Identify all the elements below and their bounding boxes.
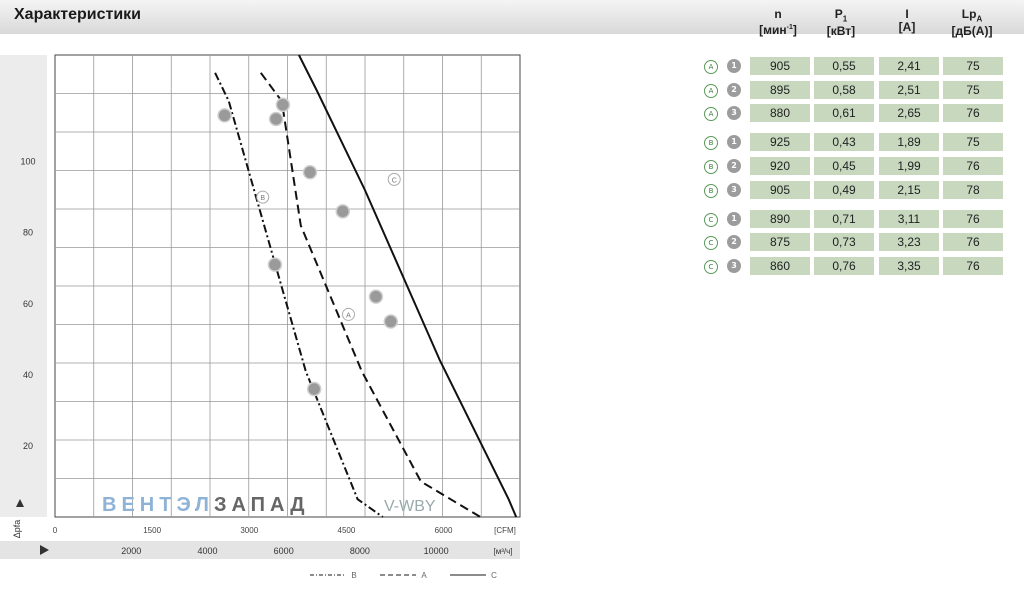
table-cell-p1: 0,61 — [814, 104, 874, 122]
legend-label: B — [351, 571, 356, 580]
row-index-marker: 2 — [727, 83, 741, 97]
table-cell-lpa: 76 — [943, 104, 1003, 122]
x-tick-label: 10000 — [424, 546, 449, 556]
x-tick-label-cfm: 3000 — [240, 526, 258, 535]
table-cell-n: 905 — [750, 181, 810, 199]
watermark: ВЕНТЭЛЗАПАД — [102, 494, 309, 516]
x-tick-label-cfm: 0 — [53, 526, 58, 535]
table-cell-n: 880 — [750, 104, 810, 122]
table-cell-n: 890 — [750, 210, 810, 228]
table-cell-lpa: 76 — [943, 157, 1003, 175]
x-axis-unit: [м³/ч] — [494, 547, 513, 556]
table-cell-n: 895 — [750, 81, 810, 99]
fan-curve-chart: 20 40 60 80 100 Δpfa 0 1500 3000 4500 6000 [CFM] 200… — [0, 54, 521, 580]
y-tick-label: 40 — [23, 370, 33, 380]
table-cell-p1: 0,73 — [814, 233, 874, 251]
table-cell-lpa: 75 — [943, 57, 1003, 75]
curve-label: B — [260, 195, 265, 202]
table-cell-p1: 0,71 — [814, 210, 874, 228]
table-cell-i: 1,89 — [879, 133, 939, 151]
table-cell-i: 2,15 — [879, 181, 939, 199]
row-index-marker: 3 — [727, 259, 741, 273]
column-header-speed: n [мин-1] — [753, 8, 803, 37]
column-header-sound: LpA [дБ(A)] — [951, 7, 993, 39]
table-cell-lpa: 78 — [943, 181, 1003, 199]
section-title: Характеристики — [14, 6, 142, 23]
table-cell-p1: 0,76 — [814, 257, 874, 275]
operating-point-c — [368, 289, 384, 304]
row-group-marker: A — [704, 84, 718, 98]
operating-point-b — [306, 381, 322, 397]
operating-point-c — [302, 165, 318, 180]
curve-label: C — [392, 177, 397, 184]
table-cell-lpa: 75 — [943, 81, 1003, 99]
table-cell-lpa: 76 — [943, 233, 1003, 251]
column-unit: [мин-1] — [759, 23, 797, 37]
table-cell-n: 920 — [750, 157, 810, 175]
table-cell-n: 905 — [750, 57, 810, 75]
table-cell-p1: 0,49 — [814, 181, 874, 199]
x-tick-label-cfm: 4500 — [338, 526, 356, 535]
table-cell-p1: 0,55 — [814, 57, 874, 75]
table-cell-i: 2,65 — [879, 104, 939, 122]
row-group-marker: B — [704, 160, 718, 174]
x-tick-label: 2000 — [121, 546, 141, 556]
table-cell-i: 3,35 — [879, 257, 939, 275]
row-group-marker: C — [704, 213, 718, 227]
column-header-power: P1 [кВт] — [826, 7, 856, 39]
row-group-marker: B — [704, 136, 718, 150]
row-index-marker: 1 — [727, 135, 741, 149]
y-tick-label: 60 — [23, 299, 33, 309]
table-cell-n: 925 — [750, 133, 810, 151]
operating-point-a — [383, 314, 399, 329]
column-name: n — [774, 7, 782, 21]
row-index-marker: 1 — [727, 212, 741, 226]
operating-point-b — [267, 257, 283, 272]
table-cell-lpa: 75 — [943, 133, 1003, 151]
column-header-current: I [A] — [898, 7, 916, 34]
table-cell-i: 2,51 — [879, 81, 939, 99]
row-group-marker: A — [704, 60, 718, 74]
table-cell-lpa: 76 — [943, 257, 1003, 275]
table-cell-i: 3,23 — [879, 233, 939, 251]
row-group-marker: A — [704, 107, 718, 121]
header-bar: Характеристики n [мин-1] P1 [кВт] I [A] … — [0, 0, 1024, 38]
operating-point-c — [275, 97, 291, 113]
table-cell-n: 860 — [750, 257, 810, 275]
x-axis-unit-cfm: [CFM] — [494, 526, 516, 535]
legend-label: C — [491, 571, 497, 580]
table-cell-p1: 0,43 — [814, 133, 874, 151]
row-group-marker: C — [704, 236, 718, 250]
operating-point-a — [335, 204, 351, 219]
watermark-url: V-WBY — [384, 498, 436, 515]
operating-point-b — [217, 108, 232, 123]
operating-point-a — [268, 111, 284, 127]
x-tick-label: 8000 — [350, 546, 370, 556]
y-tick-label: 100 — [20, 157, 35, 167]
table-cell-i: 1,99 — [879, 157, 939, 175]
row-index-marker: 3 — [727, 183, 741, 197]
table-cell-p1: 0,58 — [814, 81, 874, 99]
row-index-marker: 2 — [727, 235, 741, 249]
row-index-marker: 1 — [727, 59, 741, 73]
legend-label: A — [421, 571, 427, 580]
x-tick-label: 4000 — [197, 546, 217, 556]
table-cell-lpa: 76 — [943, 210, 1003, 228]
x-tick-label-cfm: 6000 — [435, 526, 453, 535]
x-tick-label-cfm: 1500 — [143, 526, 161, 535]
table-cell-n: 875 — [750, 233, 810, 251]
table-cell-i: 3,11 — [879, 210, 939, 228]
table-cell-i: 2,41 — [879, 57, 939, 75]
x-tick-label: 6000 — [274, 546, 294, 556]
y-tick-label: 20 — [23, 441, 33, 451]
row-group-marker: B — [704, 184, 718, 198]
row-index-marker: 3 — [727, 106, 741, 120]
y-axis-label: Δpfa — [12, 520, 22, 539]
table-cell-p1: 0,45 — [814, 157, 874, 175]
curve-label: A — [346, 312, 351, 319]
row-index-marker: 2 — [727, 159, 741, 173]
row-group-marker: C — [704, 260, 718, 274]
y-tick-label: 80 — [23, 228, 33, 238]
